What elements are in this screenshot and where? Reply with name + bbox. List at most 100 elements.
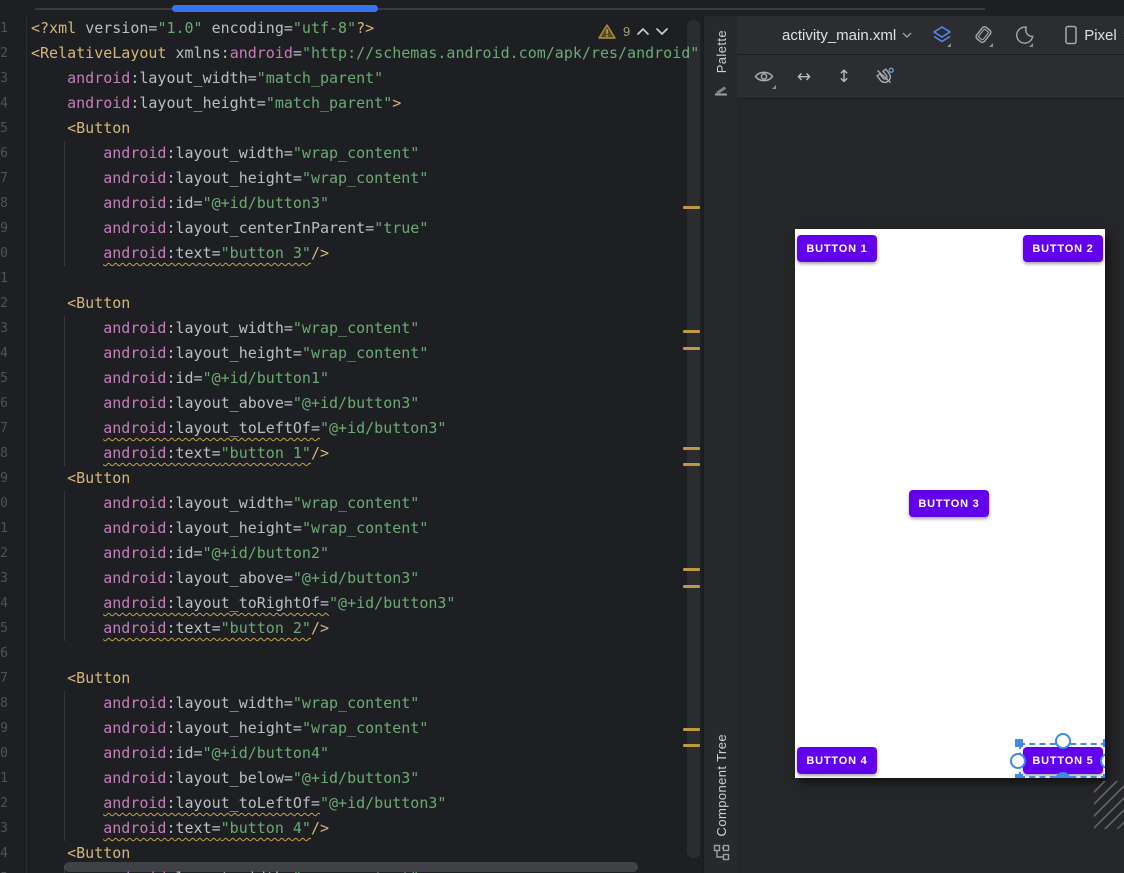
component-tree-tool-tab[interactable]: Component Tree — [704, 734, 738, 861]
code-line[interactable]: 11 — [0, 266, 703, 291]
warning-stripe-mark[interactable] — [683, 728, 700, 731]
code-line[interactable]: 3 android:layout_width="match_parent" — [0, 66, 703, 91]
inspections-widget[interactable]: 9 — [598, 21, 669, 41]
horizontal-expand-icon[interactable]: ↔ — [791, 64, 817, 90]
code-text: android:layout_width="wrap_content" — [103, 694, 420, 712]
line-number: 14 — [0, 346, 8, 361]
selection-corner-handle[interactable] — [1015, 774, 1023, 778]
code-line[interactable]: 32 android:layout_toLeftOf="@+id/button3… — [0, 791, 703, 816]
preview-button[interactable]: BUTTON 4 — [797, 747, 877, 774]
code-line[interactable]: 18 android:text="button 1"/> — [0, 441, 703, 466]
code-line[interactable]: 17 android:layout_toLeftOf="@+id/button3… — [0, 416, 703, 441]
code-line[interactable]: 19 <Button — [0, 466, 703, 491]
line-number: 23 — [0, 571, 8, 586]
code-text: <Button — [67, 119, 131, 137]
palette-tool-tab[interactable]: Palette — [704, 30, 738, 97]
line-number: 2 — [0, 46, 8, 61]
android-studio-layout-editor: 1 <?xml version="1.0" encoding="utf-8"?> 2… — [0, 0, 1124, 873]
code-line[interactable]: 20 android:layout_width="wrap_content" — [0, 491, 703, 516]
code-line[interactable]: 31 android:layout_below="@+id/button3" — [0, 766, 703, 791]
code-line[interactable]: 28 android:layout_width="wrap_content" — [0, 691, 703, 716]
code-text: android:text="button 2"/> — [103, 619, 330, 637]
warning-stripe-mark[interactable] — [683, 347, 700, 350]
code-line[interactable]: 5 <Button — [0, 116, 703, 141]
device-selector[interactable]: Pixel — [1064, 25, 1124, 45]
line-number: 26 — [0, 646, 8, 661]
code-text: android:layout_above="@+id/button3" — [103, 569, 420, 587]
code-line[interactable]: 29 android:layout_height="wrap_content" — [0, 716, 703, 741]
design-toolbar: activity_main.xml Pixel — [737, 16, 1124, 55]
code-line[interactable]: 15 android:id="@+id/button1" — [0, 366, 703, 391]
code-text: android:layout_height="wrap_content" — [103, 719, 429, 737]
warning-stripe-mark[interactable] — [683, 744, 700, 747]
xml-code-editor[interactable]: 1 <?xml version="1.0" encoding="utf-8"?> 2… — [0, 16, 703, 873]
code-line[interactable]: 30 android:id="@+id/button4" — [0, 741, 703, 766]
device-canvas[interactable]: BUTTON 1 BUTTON 2 BUTTON 3 BUTTON 4 BUTTON 5 — [795, 229, 1105, 778]
warning-stripe-mark[interactable] — [683, 568, 700, 571]
code-line[interactable]: 25 android:text="button 2"/> — [0, 616, 703, 641]
horizontal-scrollbar[interactable] — [64, 862, 638, 872]
palette-label: Palette — [713, 30, 729, 74]
indent-guide — [64, 491, 65, 641]
warning-stripe-mark[interactable] — [683, 585, 700, 588]
previous-problem-icon[interactable] — [637, 27, 650, 35]
code-line[interactable]: 22 android:id="@+id/button2" — [0, 541, 703, 566]
selection-corner-handle[interactable] — [1103, 774, 1105, 778]
preview-button[interactable]: BUTTON 5 — [1010, 733, 1105, 778]
component-tree-label: Component Tree — [713, 733, 729, 836]
code-line[interactable]: 16 android:layout_above="@+id/button3" — [0, 391, 703, 416]
line-number: 29 — [0, 721, 8, 736]
code-line[interactable]: 6 android:layout_width="wrap_content" — [0, 141, 703, 166]
code-line[interactable]: 7 android:layout_height="wrap_content" — [0, 166, 703, 191]
code-text: android:layout_height="wrap_content" — [103, 169, 429, 187]
code-line[interactable]: 21 android:layout_height="wrap_content" — [0, 516, 703, 541]
code-line[interactable]: 23 android:layout_above="@+id/button3" — [0, 566, 703, 591]
code-line[interactable]: 8 android:id="@+id/button3" — [0, 191, 703, 216]
code-line[interactable]: 26 — [0, 641, 703, 666]
code-line[interactable]: 14 android:layout_height="wrap_content" — [0, 341, 703, 366]
line-number: 3 — [0, 71, 8, 86]
autoconnect-off-icon[interactable] — [871, 64, 897, 90]
warning-stripe-mark[interactable] — [683, 206, 700, 209]
line-number: 16 — [0, 396, 8, 411]
preview-button[interactable]: BUTTON 2 — [1023, 235, 1103, 262]
resize-corner-hatch[interactable] — [1094, 781, 1124, 829]
warning-stripe-mark[interactable] — [683, 330, 700, 333]
selection-anchor-handle[interactable] — [1055, 733, 1071, 749]
preview-button-label: BUTTON 4 — [806, 754, 868, 767]
orientation-icon[interactable] — [972, 22, 994, 48]
selection-corner-handle[interactable] — [1015, 739, 1023, 747]
code-line[interactable]: 4 android:layout_height="match_parent"> — [0, 91, 703, 116]
vertical-expand-icon[interactable]: ↕ — [831, 64, 857, 90]
line-number: 10 — [0, 246, 8, 261]
code-line[interactable]: 2 <RelativeLayout xmlns:android="http://s… — [0, 41, 703, 66]
code-line[interactable]: 24 android:layout_toRightOf="@+id/button… — [0, 591, 703, 616]
code-text: android:layout_width="match_parent" — [67, 69, 384, 87]
code-line[interactable]: 27 <Button — [0, 666, 703, 691]
warning-stripe-mark[interactable] — [683, 447, 700, 450]
design-surface-icon[interactable] — [932, 22, 952, 48]
next-problem-icon[interactable] — [656, 27, 669, 35]
warning-stripe-mark[interactable] — [683, 463, 700, 466]
line-number: 33 — [0, 821, 8, 836]
selection-anchor-handle[interactable] — [1010, 752, 1026, 769]
code-line[interactable]: 33 android:text="button 4"/> — [0, 816, 703, 841]
night-mode-icon[interactable] — [1014, 22, 1034, 48]
view-options-icon[interactable] — [751, 64, 777, 90]
layout-file-dropdown[interactable]: activity_main.xml — [782, 27, 912, 44]
code-text: android:layout_toLeftOf="@+id/button3" — [103, 419, 447, 437]
code-line[interactable]: 10 android:text="button 3"/> — [0, 241, 703, 266]
code-line[interactable]: 12 <Button — [0, 291, 703, 316]
design-surface[interactable]: BUTTON 1 BUTTON 2 BUTTON 3 BUTTON 4 BUTTON 5 — [737, 99, 1124, 873]
line-number: 5 — [0, 121, 8, 136]
preview-button[interactable]: BUTTON 3 — [909, 490, 989, 517]
warning-icon — [598, 23, 616, 39]
code-text: android:layout_toRightOf="@+id/button3" — [103, 594, 456, 612]
preview-button[interactable]: BUTTON 1 — [797, 235, 877, 262]
code-line[interactable]: 9 android:layout_centerInParent="true" — [0, 216, 703, 241]
vertical-scrollbar[interactable] — [687, 20, 700, 858]
selection-corner-handle[interactable] — [1103, 739, 1105, 747]
code-line[interactable]: 13 android:layout_width="wrap_content" — [0, 316, 703, 341]
line-number: 34 — [0, 846, 8, 861]
line-number: 30 — [0, 746, 8, 761]
